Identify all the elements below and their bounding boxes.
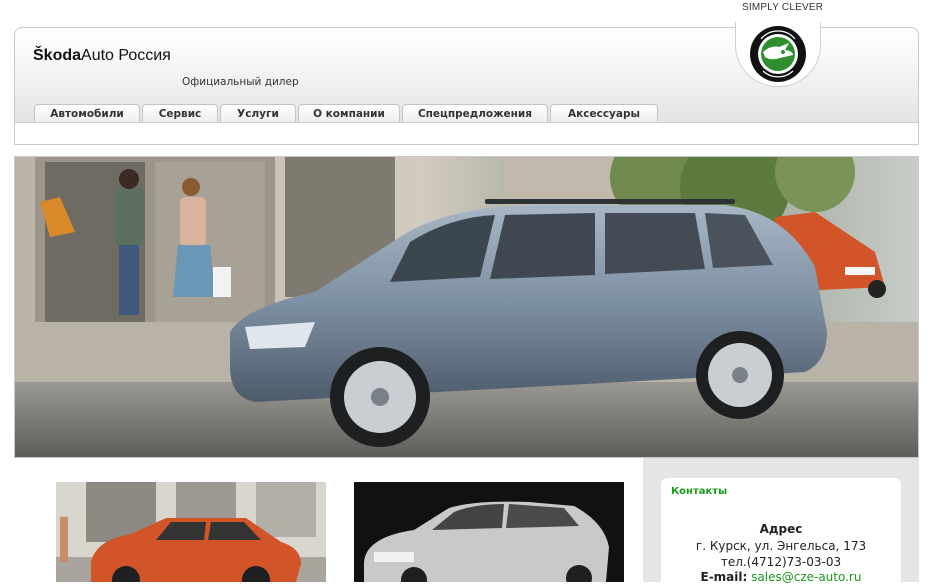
- nav-tab-accessories[interactable]: Аксессуары: [550, 104, 658, 123]
- octavia-car-image: [354, 482, 624, 582]
- hero-banner: [14, 156, 919, 458]
- address-title: Адрес: [759, 522, 803, 536]
- main-nav: Автомобили Сервис Услуги О компании Спец…: [34, 104, 658, 124]
- nav-tab-cars[interactable]: Автомобили: [34, 104, 140, 123]
- contacts-title: Контакты: [671, 486, 728, 497]
- car-thumb-fabia[interactable]: [56, 482, 326, 582]
- skoda-logo-icon: [750, 26, 806, 82]
- nav-tab-services[interactable]: Услуги: [220, 104, 296, 123]
- phone-line: тел.(4712)73-03-03: [720, 555, 842, 569]
- car-thumb-octavia[interactable]: [354, 482, 624, 582]
- brand-bold: Škoda: [33, 47, 82, 64]
- header-bottom-bar: [15, 122, 918, 144]
- slogan: SIMPLY CLEVER: [742, 2, 824, 13]
- address-line: г. Курск, ул. Энгельса, 173: [695, 539, 867, 553]
- brand-rest: Auto Россия: [81, 47, 171, 64]
- brand-name[interactable]: ŠkodaAuto Россия: [33, 47, 171, 65]
- contacts-box: Контакты Адрес г. Курск, ул. Энгельса, 1…: [661, 478, 901, 584]
- dealer-subtitle: Официальный дилер: [182, 76, 299, 88]
- nav-tab-about[interactable]: О компании: [298, 104, 400, 123]
- nav-tab-special-offers[interactable]: Спецпредложения: [402, 104, 548, 123]
- fabia-car-image: [56, 482, 326, 582]
- hero-car-image: [15, 157, 918, 457]
- nav-tab-service[interactable]: Сервис: [142, 104, 218, 123]
